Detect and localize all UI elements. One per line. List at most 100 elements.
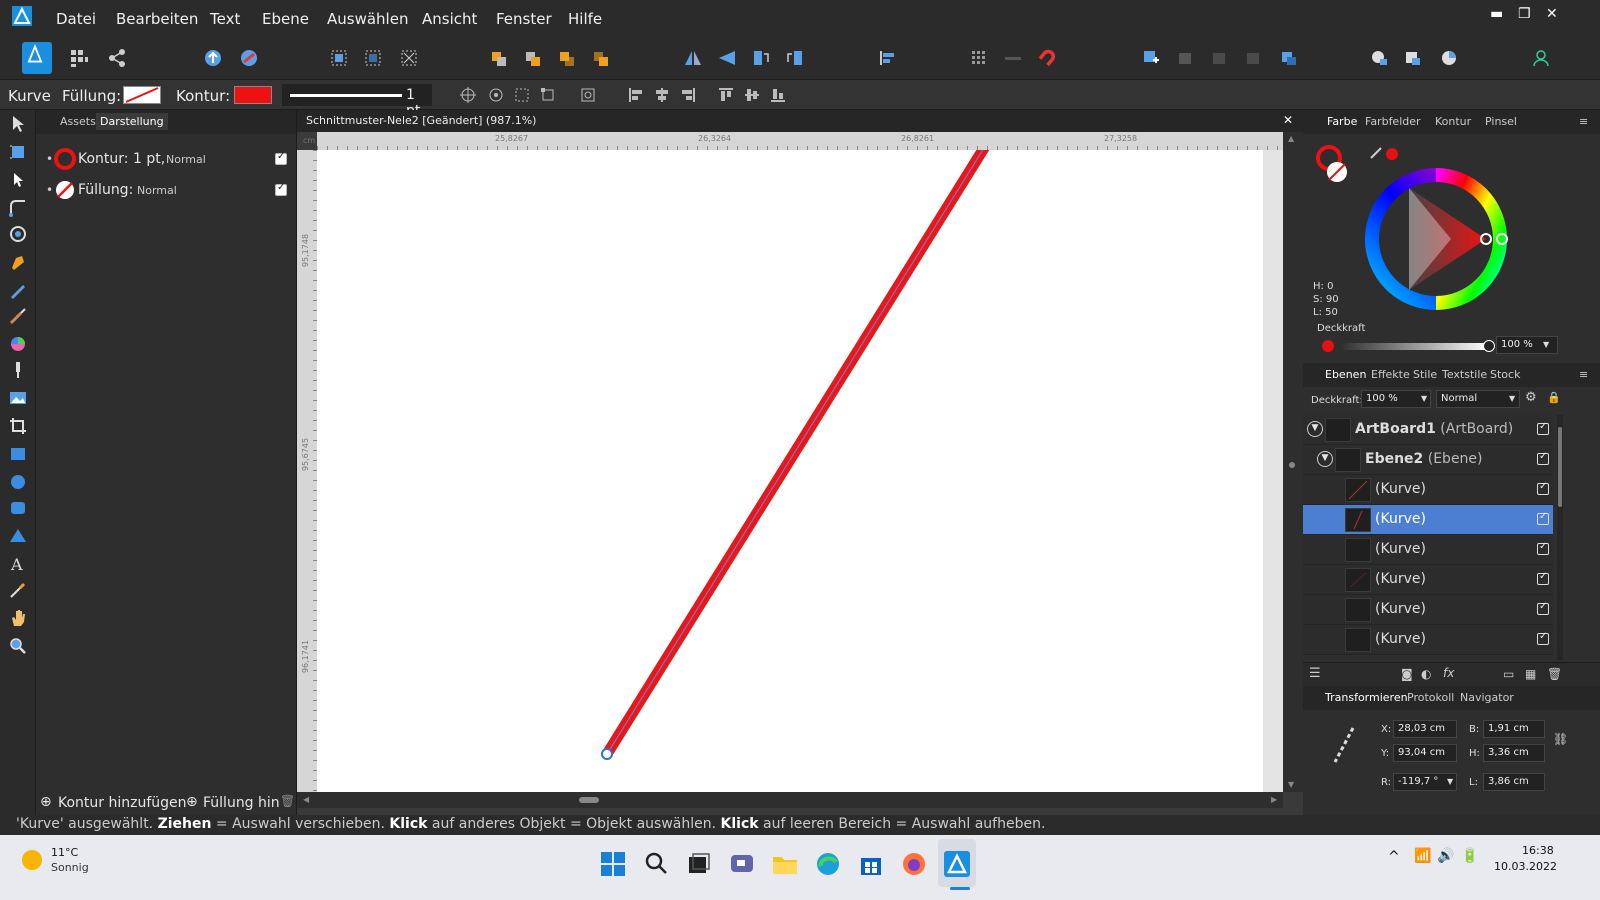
lock-icon[interactable]: 🔒	[1547, 391, 1561, 404]
artboard-tool-icon[interactable]	[8, 142, 28, 162]
fill-swatch[interactable]	[123, 86, 161, 104]
delete-icon[interactable]: 🗑	[280, 794, 295, 808]
tab-stock[interactable]: Stock	[1486, 366, 1524, 383]
weather-temp[interactable]: 11°C	[51, 846, 78, 859]
layer-visible-checkbox[interactable]	[1537, 481, 1549, 495]
insert-inside-icon[interactable]	[1138, 46, 1164, 70]
align-icon[interactable]	[874, 46, 900, 70]
layers-scroll-thumb[interactable]	[1558, 427, 1562, 507]
fx-icon[interactable]: fx	[1443, 666, 1454, 680]
artboard-page[interactable]	[317, 134, 1263, 792]
panel-menu-icon[interactable]: ≡	[1575, 113, 1592, 130]
designer-persona-icon[interactable]	[22, 42, 52, 74]
layer-row-kurve[interactable]: (Kurve)	[1303, 565, 1553, 595]
transparency-tool-icon[interactable]	[8, 360, 28, 380]
battery-icon[interactable]: 🔋	[1461, 848, 1478, 864]
transform-origin-icon[interactable]	[458, 86, 478, 104]
firefox-icon[interactable]	[899, 849, 929, 879]
stroke-width-slider[interactable]: 1 pt	[282, 84, 432, 119]
blend-mode-select[interactable]: Normal	[1436, 390, 1520, 408]
boolean-up-icon[interactable]	[200, 46, 226, 70]
vertical-ruler[interactable]: 95,1748 95,6745 96,1741	[297, 150, 317, 792]
scroll-down-icon[interactable]: ▼	[1288, 780, 1294, 789]
layer-row-kurve[interactable]: (Kurve)	[1303, 595, 1553, 625]
bounding-box-icon[interactable]	[512, 86, 532, 104]
opacity-slider[interactable]	[1343, 343, 1489, 350]
transform-icon[interactable]	[538, 86, 558, 104]
arrange-forward-icon[interactable]	[554, 46, 580, 70]
move-tool-icon[interactable]	[8, 114, 28, 134]
minimize-icon[interactable]: ▬	[1490, 6, 1503, 22]
mask-icon[interactable]: ◙	[1401, 667, 1413, 681]
invert-selection-icon[interactable]	[396, 46, 422, 70]
preferences-icon[interactable]	[1400, 46, 1426, 70]
stroke-visible-checkbox[interactable]	[275, 151, 287, 165]
teams-chat-icon[interactable]	[727, 849, 757, 879]
document-tab[interactable]: Schnittmuster-Nele2 [Geändert] (987.1%) …	[297, 110, 1303, 132]
link-icon[interactable]: ⛓	[1553, 732, 1568, 746]
pixel-persona-icon[interactable]	[66, 46, 92, 70]
color-picker-tool-icon[interactable]	[8, 580, 28, 600]
rotation-dropdown-icon[interactable]: ▼	[1447, 777, 1453, 786]
stroke-swatch[interactable]	[234, 86, 272, 104]
layer-row-kurve[interactable]: (Kurve)	[1303, 535, 1553, 565]
flip-horizontal-icon[interactable]	[680, 46, 706, 70]
selected-curve-stroke[interactable]	[601, 134, 995, 760]
align-center-icon[interactable]	[652, 86, 672, 104]
view-mode-icon[interactable]	[1436, 46, 1462, 70]
color-wheel[interactable]	[1361, 164, 1511, 314]
menu-ebene[interactable]: Ebene	[262, 10, 309, 28]
tab-protokoll[interactable]: Protokoll	[1403, 689, 1458, 706]
volume-icon[interactable]: 🔊	[1437, 848, 1454, 864]
grid-snapping-icon[interactable]	[966, 46, 992, 70]
tab-farbfelder[interactable]: Farbfelder	[1361, 113, 1425, 130]
appearance-stroke-row[interactable]: • Kontur: 1 pt, Normal	[46, 148, 291, 172]
hand-tool-icon[interactable]	[8, 608, 28, 628]
ellipse-tool-icon[interactable]	[8, 472, 28, 492]
curve-end-node[interactable]	[601, 748, 613, 760]
fill-visible-checkbox[interactable]	[275, 182, 287, 196]
menu-fenster[interactable]: Fenster	[496, 10, 552, 28]
store-icon[interactable]	[856, 849, 886, 879]
select-none-icon[interactable]	[360, 46, 386, 70]
app-logo-icon[interactable]	[12, 6, 32, 26]
tab-ebenen[interactable]: Ebenen	[1321, 366, 1370, 383]
view-point-icon[interactable]	[486, 86, 506, 104]
blend-mode-dropdown-icon[interactable]: ▼	[1509, 394, 1515, 403]
adjustment-icon[interactable]: ◐	[1421, 667, 1431, 681]
select-all-icon[interactable]	[326, 46, 352, 70]
corner-tool-icon[interactable]	[8, 198, 28, 218]
menu-ansicht[interactable]: Ansicht	[422, 10, 477, 28]
tab-kontur[interactable]: Kontur	[1431, 113, 1475, 130]
clock-time[interactable]: 16:38	[1522, 844, 1554, 857]
layers-stack-icon[interactable]: ☰	[1309, 666, 1321, 681]
vector-brush-tool-icon[interactable]	[8, 306, 28, 326]
align-bottom-icon[interactable]	[768, 86, 788, 104]
rotate-left-icon[interactable]	[748, 46, 774, 70]
menu-datei[interactable]: Datei	[56, 10, 96, 28]
rectangle-tool-icon[interactable]	[8, 444, 28, 464]
scroll-left-icon[interactable]: ◀	[303, 795, 309, 804]
pen-tool-icon[interactable]	[8, 252, 28, 272]
layer-row-ebene2[interactable]: ▼ Ebene2 (Ebene)	[1303, 445, 1553, 475]
x-field[interactable]: 28,03 cm	[1393, 720, 1457, 738]
align-middle-icon[interactable]	[742, 86, 762, 104]
horizontal-scroll-thumb[interactable]	[579, 797, 599, 803]
rounded-rectangle-tool-icon[interactable]	[8, 498, 28, 518]
menu-auswaehlen[interactable]: Auswählen	[327, 10, 408, 28]
tab-farbe[interactable]: Farbe	[1323, 113, 1361, 130]
account-icon[interactable]	[1528, 46, 1554, 70]
restore-icon[interactable]: ❐	[1518, 6, 1531, 22]
vertical-scroll-thumb[interactable]	[1289, 462, 1295, 468]
menu-hilfe[interactable]: Hilfe	[568, 10, 602, 28]
align-right-icon[interactable]	[678, 86, 698, 104]
layer-visible-checkbox[interactable]	[1537, 421, 1549, 435]
add-fill-icon[interactable]: ⊕	[186, 794, 198, 810]
expand-icon[interactable]: ▼	[1317, 451, 1333, 467]
tab-stile[interactable]: Stile	[1409, 366, 1441, 383]
vertical-scrollbar[interactable]: ▲ ▼	[1283, 132, 1303, 792]
align-left-icon[interactable]	[626, 86, 646, 104]
close-document-icon[interactable]: ✕	[1283, 113, 1293, 127]
layers-scrollbar[interactable]	[1557, 415, 1563, 660]
width-field[interactable]: 1,91 cm	[1483, 720, 1545, 738]
